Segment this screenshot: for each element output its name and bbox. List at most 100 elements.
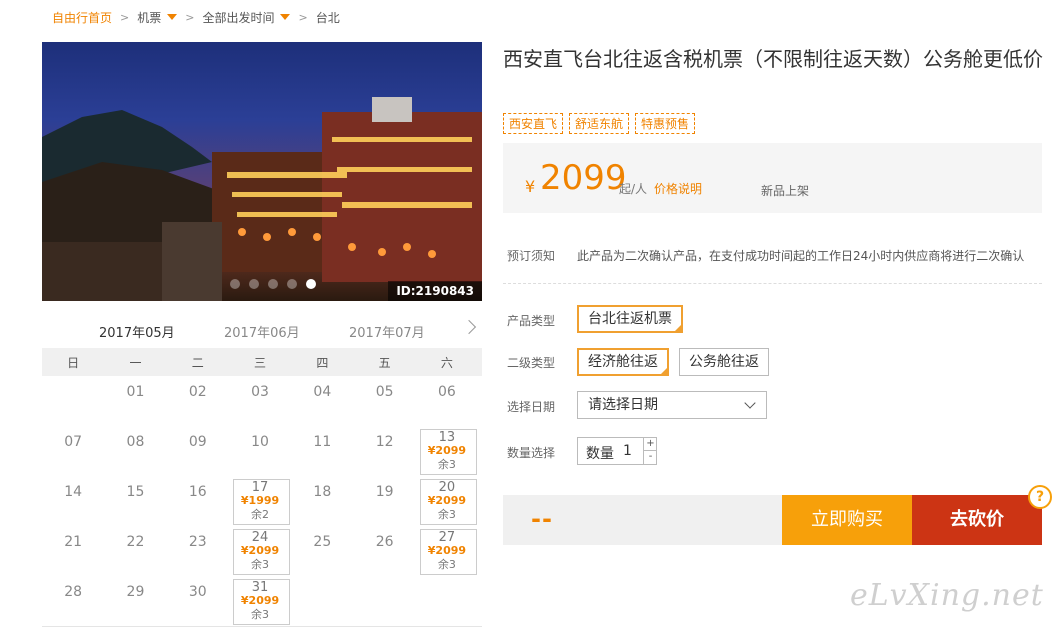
calendar-week-row: 01 02 03 04 05 06	[42, 376, 482, 426]
option-business-roundtrip[interactable]: 公务舱往返	[679, 348, 769, 376]
quantity-decrease-button[interactable]: -	[643, 451, 657, 464]
breadcrumb: 自由行首页 > 机票 > 全部出发时间 > 台北	[52, 9, 340, 25]
tab-month-may[interactable]: 2017年05月	[99, 322, 175, 341]
calendar-day: 28	[42, 576, 104, 626]
calendar-day: 08	[104, 426, 166, 476]
breadcrumb-flights[interactable]: 机票	[137, 9, 161, 26]
chevron-right-icon: >	[298, 10, 308, 24]
price-box: ¥ 2099 起/人 价格说明 新品上架	[503, 143, 1042, 213]
caret-down-icon[interactable]	[167, 14, 178, 20]
calendar-day: 18	[291, 476, 353, 526]
calendar-body: 01 02 03 04 05 06 07 08 09 10 11 12 13 ¥2099 余3 14 15 16 1…	[42, 376, 482, 626]
day-number: 14	[64, 484, 83, 500]
slide-dot[interactable]	[287, 279, 297, 289]
calendar-week-row: 14 15 16 17 ¥1999 余2 18 19 20 ¥2099 余3	[42, 476, 482, 526]
buy-now-button[interactable]: 立即购买	[782, 495, 912, 545]
quantity-value[interactable]: 1	[623, 443, 632, 459]
quantity-increase-button[interactable]: +	[643, 438, 657, 451]
slide-dot-active[interactable]	[306, 279, 316, 289]
quantity-stepper: 数量 1 + -	[577, 437, 657, 465]
calendar-day	[42, 376, 104, 426]
calendar-day: 23	[167, 526, 229, 576]
chevron-right-icon: >	[120, 10, 130, 24]
bargain-button[interactable]: 去砍价	[912, 495, 1042, 545]
day-number: 15	[126, 484, 145, 500]
day-number: 01	[126, 384, 145, 400]
calendar-day: 01	[104, 376, 166, 426]
product-photo[interactable]: ID:2190843	[42, 42, 482, 301]
quantity-label: 数量选择	[507, 446, 556, 460]
product-tags: 西安直飞 舒适东航 特惠预售	[503, 113, 696, 134]
day-number: 29	[126, 584, 145, 600]
calendar-day-available[interactable]: 31 ¥2099 余3	[229, 576, 291, 626]
chevron-down-icon	[744, 397, 756, 409]
option-economy-roundtrip[interactable]: 经济舱往返 ✓	[577, 348, 669, 376]
option-label: 公务舱往返	[689, 354, 759, 370]
day-number: 07	[64, 434, 83, 450]
day-remaining: 余3	[251, 558, 270, 571]
slide-dot[interactable]	[249, 279, 259, 289]
calendar-day: 21	[42, 526, 104, 576]
calendar-day: 06	[416, 376, 478, 426]
weekday-label: 五	[378, 355, 391, 370]
subtype-label: 二级类型	[507, 356, 556, 370]
calendar-day-available[interactable]: 17 ¥1999 余2	[229, 476, 291, 526]
calendar-day: 22	[104, 526, 166, 576]
calendar-day-available[interactable]: 24 ¥2099 余3	[229, 526, 291, 576]
caret-down-icon[interactable]	[280, 14, 291, 20]
calendar-day: 25	[291, 526, 353, 576]
notice-label: 预订须知	[507, 249, 556, 263]
date-select[interactable]: 请选择日期	[577, 391, 767, 419]
check-icon: ✓	[661, 366, 667, 374]
breadcrumb-departure-time[interactable]: 全部出发时间	[202, 9, 274, 26]
calendar-day: 05	[353, 376, 415, 426]
option-label: 台北往返机票	[588, 311, 672, 327]
calendar-day-available[interactable]: 13 ¥2099 余3	[416, 426, 478, 476]
watermark: eLvXing.net	[850, 578, 1044, 613]
price-explanation-link[interactable]: 价格说明	[654, 180, 702, 197]
day-number: 20	[438, 480, 456, 495]
calendar-day-available[interactable]: 27 ¥2099 余3	[416, 526, 478, 576]
breadcrumb-home-link[interactable]: 自由行首页	[52, 9, 112, 26]
day-number: 30	[188, 584, 207, 600]
help-icon[interactable]: ?	[1028, 485, 1052, 509]
calendar-day-available[interactable]: 20 ¥2099 余3	[416, 476, 478, 526]
day-number: 12	[375, 434, 394, 450]
day-number: 11	[313, 434, 332, 450]
calendar-day: 09	[167, 426, 229, 476]
slide-dot[interactable]	[268, 279, 278, 289]
currency-symbol: ¥	[525, 177, 536, 196]
price-amount: 2099	[540, 158, 627, 198]
calendar-day: 03	[229, 376, 291, 426]
day-number: 21	[64, 534, 83, 550]
weekday-label: 六	[440, 355, 453, 370]
day-number: 06	[438, 384, 456, 400]
tab-month-july[interactable]: 2017年07月	[349, 322, 425, 341]
weekday-header: 日 一 二 三 四 五 六	[42, 348, 482, 376]
option-taipei-roundtrip[interactable]: 台北往返机票 ✓	[577, 305, 683, 333]
night-town-illustration	[42, 97, 482, 301]
day-number: 24	[251, 530, 269, 545]
calendar-week-row: 21 22 23 24 ¥2099 余3 25 26 27 ¥2099 余3	[42, 526, 482, 576]
calendar-day: 04	[291, 376, 353, 426]
day-remaining: 余2	[251, 508, 270, 521]
day-number: 31	[251, 580, 269, 595]
tab-month-june[interactable]: 2017年06月	[224, 322, 300, 341]
date-label: 选择日期	[507, 400, 556, 414]
total-price-placeholder: --	[531, 505, 553, 533]
day-number: 13	[438, 430, 456, 445]
next-month-arrow-icon[interactable]	[461, 319, 477, 335]
day-remaining: 余3	[437, 558, 456, 571]
quantity-field-label: 数量	[586, 446, 614, 462]
day-number: 16	[188, 484, 207, 500]
chevron-right-icon: >	[185, 10, 195, 24]
day-number: 28	[64, 584, 83, 600]
calendar-day: 15	[104, 476, 166, 526]
breadcrumb-current: 台北	[315, 10, 340, 25]
day-number: 08	[126, 434, 145, 450]
price-unit: 起/人	[619, 182, 648, 196]
notice-text: 此产品为二次确认产品，在支付成功时间起的工作日24小时内供应商将进行二次确认	[577, 249, 1025, 263]
day-remaining: 余3	[437, 508, 456, 521]
slide-dot[interactable]	[230, 279, 240, 289]
calendar-day: 07	[42, 426, 104, 476]
